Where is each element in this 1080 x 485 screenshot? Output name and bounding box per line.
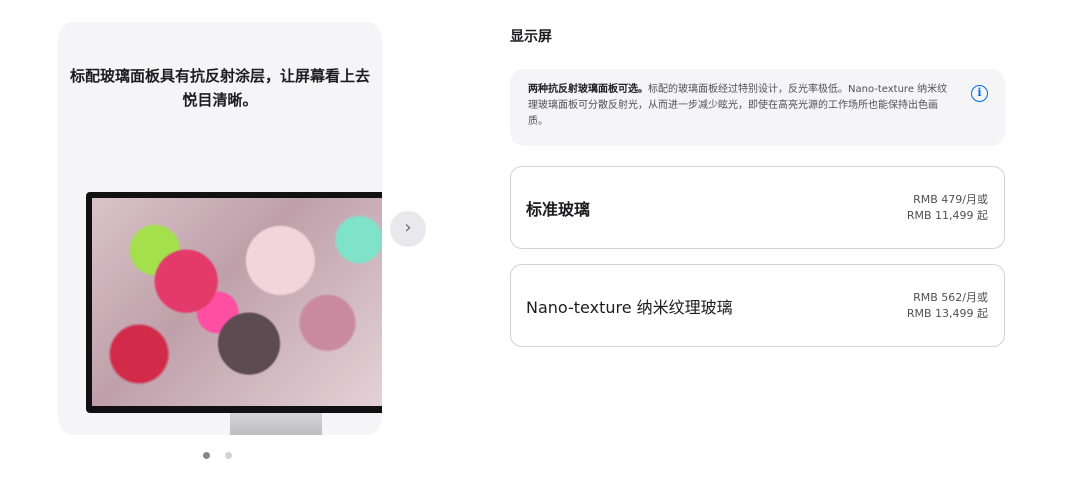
- gallery-pagination: [203, 452, 232, 460]
- section-title: 显示屏: [510, 29, 552, 45]
- option-price: RMB 562/月或 RMB 13,499 起: [907, 290, 988, 322]
- option-name: Nano-texture 纳米纹理玻璃: [526, 297, 733, 317]
- price-monthly: RMB 479/月或: [913, 192, 988, 206]
- option-nano-texture-glass[interactable]: Nano-texture 纳米纹理玻璃 RMB 562/月或 RMB 13,49…: [510, 264, 1005, 347]
- gallery-card: 标配玻璃面板具有抗反射涂层，让屏幕看上去悦目清晰。: [58, 22, 382, 435]
- price-monthly: RMB 562/月或: [913, 290, 988, 304]
- info-icon[interactable]: i: [971, 85, 988, 102]
- option-name: 标准玻璃: [526, 199, 591, 219]
- option-standard-glass[interactable]: 标准玻璃 RMB 479/月或 RMB 11,499 起: [510, 166, 1005, 249]
- gallery-caption: 标配玻璃面板具有抗反射涂层，让屏幕看上去悦目清晰。: [69, 67, 370, 109]
- chevron-right-icon: ›: [404, 217, 412, 238]
- display-screen-artwork: [92, 198, 382, 406]
- info-box: 两种抗反射玻璃面板可选。标配的玻璃面板经过特别设计，反光率极低。Nano-tex…: [510, 69, 1005, 146]
- display-stand: [230, 413, 322, 435]
- price-full: RMB 11,499 起: [906, 208, 988, 222]
- gallery-next-button[interactable]: ›: [390, 211, 426, 247]
- option-price: RMB 479/月或 RMB 11,499 起: [907, 192, 988, 224]
- pagination-dot-2[interactable]: [225, 452, 232, 459]
- pagination-dot-1[interactable]: [203, 452, 210, 459]
- price-full: RMB 13,499 起: [906, 306, 988, 320]
- info-bold-text: 两种抗反射玻璃面板可选。: [528, 84, 648, 95]
- studio-display-image: [86, 192, 382, 413]
